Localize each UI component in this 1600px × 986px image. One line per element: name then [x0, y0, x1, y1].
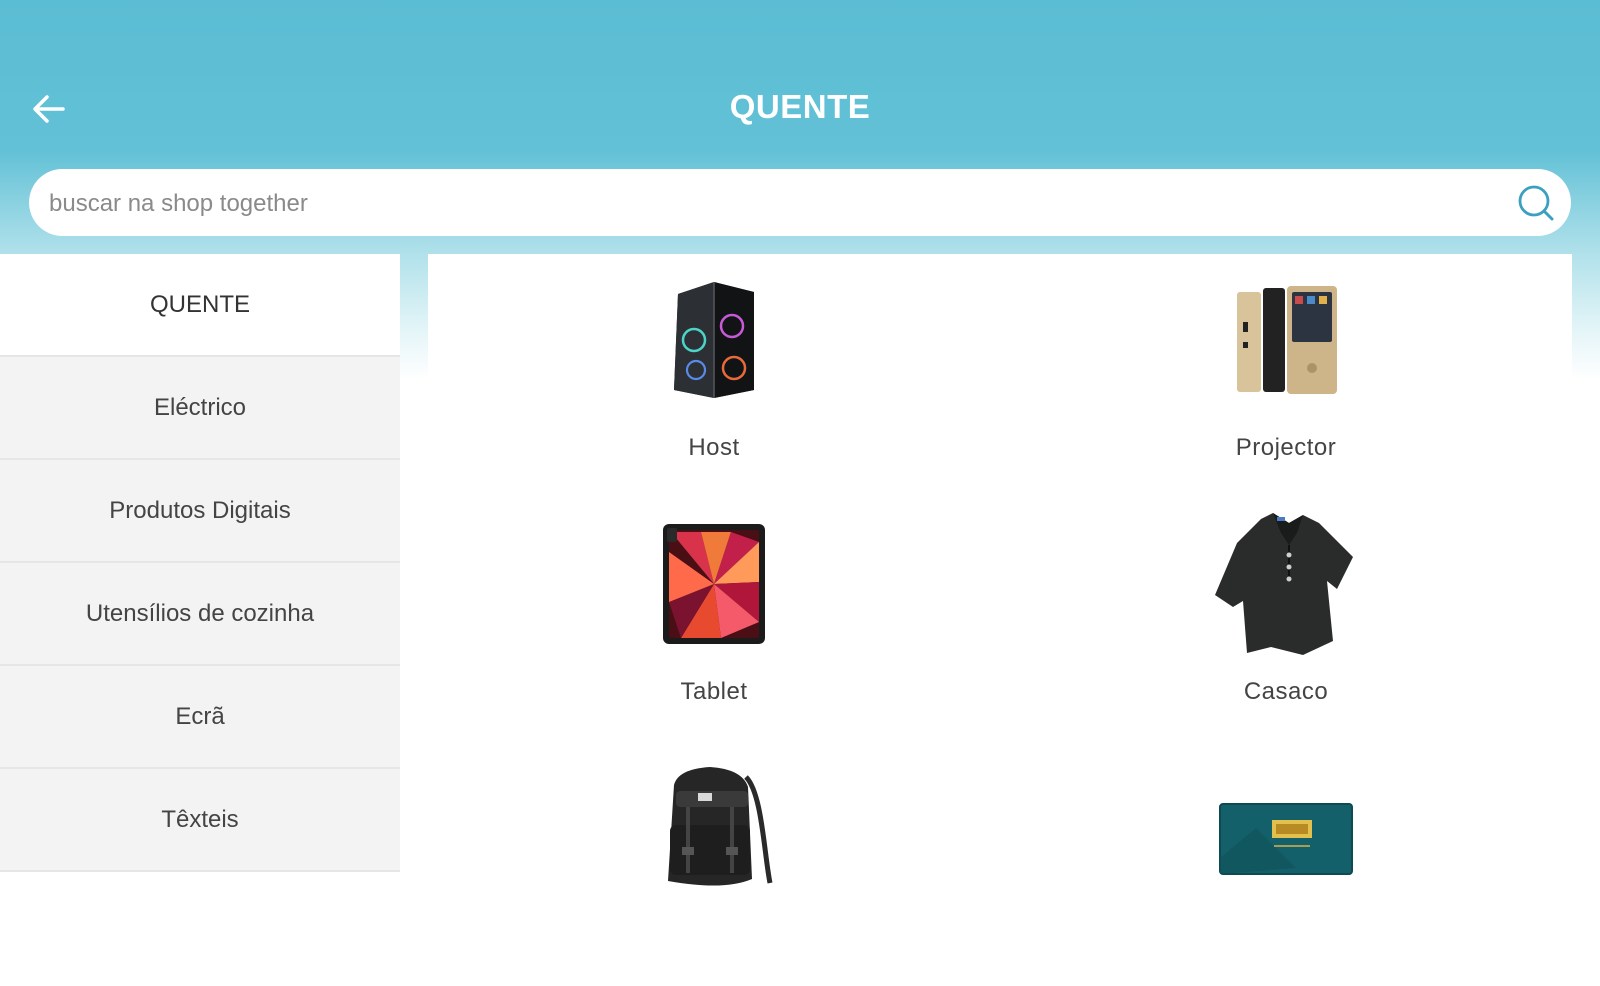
product-host[interactable]: Host — [428, 254, 1000, 498]
sidebar-item-label: Utensílios de cozinha — [85, 599, 315, 627]
sidebar-item-utensilios-de-cozinha[interactable]: Utensílios de cozinha — [0, 563, 400, 666]
sidebar-item-label: Têxteis — [161, 805, 239, 833]
sidebar-item-ecra[interactable]: Ecrã — [0, 666, 400, 769]
product-image — [634, 758, 794, 898]
product-panel: Host Projector Tablet Casaco — [428, 254, 1572, 900]
product-gift-box[interactable] — [1000, 742, 1572, 986]
product-backpack[interactable] — [428, 742, 1000, 986]
search-bar — [29, 169, 1571, 238]
search-input[interactable] — [47, 169, 1491, 238]
sidebar-item-electrico[interactable]: Eléctrico — [0, 357, 400, 460]
product-label: Tablet — [680, 678, 748, 705]
sidebar-item-texteis[interactable]: Têxteis — [0, 769, 400, 872]
gift-box-icon — [1219, 803, 1353, 875]
product-image — [1206, 513, 1366, 655]
sidebar-item-label: Eléctrico — [153, 393, 247, 421]
backpack-icon — [668, 767, 773, 886]
search-icon — [1518, 185, 1554, 221]
sidebar-item-label: Ecrã — [175, 702, 225, 730]
pc-case-icon — [674, 282, 754, 398]
product-label: Host — [688, 434, 740, 461]
sidebar-item-label: Produtos Digitais — [109, 496, 291, 524]
tablet-icon — [663, 524, 765, 644]
product-tablet[interactable]: Tablet — [428, 498, 1000, 742]
category-sidebar: QUENTE Eléctrico Produtos Digitais Utens… — [0, 254, 400, 900]
product-image — [634, 514, 794, 654]
search-button[interactable] — [1513, 180, 1559, 226]
product-image — [1206, 270, 1366, 410]
product-grid: Host Projector Tablet Casaco — [428, 254, 1572, 986]
product-label: Casaco — [1243, 678, 1329, 705]
product-image — [634, 270, 794, 410]
product-casaco[interactable]: Casaco — [1000, 498, 1572, 742]
page-title: QUENTE — [729, 88, 871, 125]
sidebar-item-label: QUENTE — [149, 290, 250, 318]
sidebar-item-produtos-digitais[interactable]: Produtos Digitais — [0, 460, 400, 563]
sidebar-item-quente[interactable]: QUENTE — [0, 254, 400, 357]
projector-icon — [1237, 286, 1337, 394]
shirt-icon — [1215, 513, 1353, 655]
product-image — [1206, 758, 1366, 898]
product-label: Projector — [1235, 434, 1337, 461]
product-projector[interactable]: Projector — [1000, 254, 1572, 498]
